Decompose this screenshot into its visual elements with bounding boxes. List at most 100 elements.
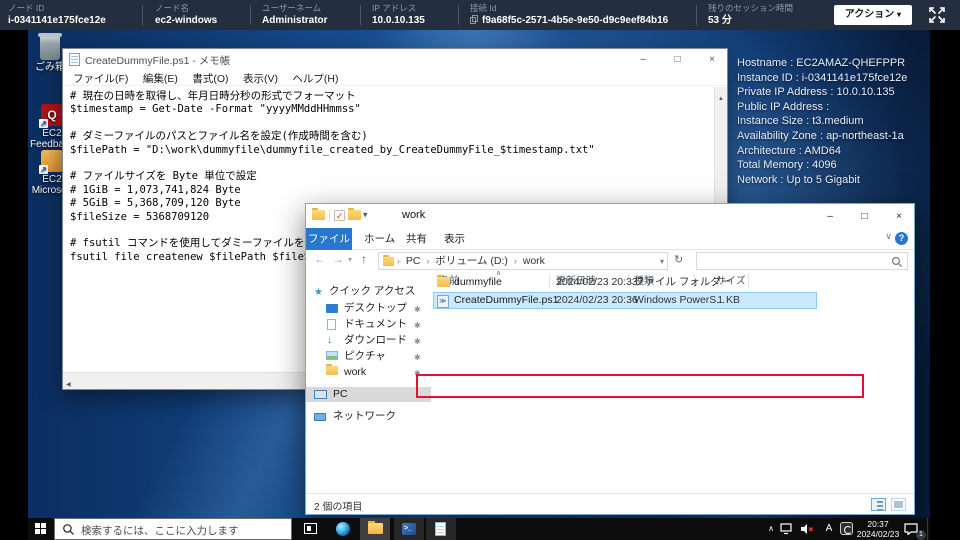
header-divider [360, 5, 361, 25]
ip-address-value: 10.0.10.135 [372, 14, 425, 27]
qat-caret-icon[interactable]: ▾ [363, 209, 368, 219]
desktop: ごみ箱 Q ↗ EC2 Feedback ↗ EC2 Microsoft Hos… [28, 30, 930, 518]
red-annotation-rectangle [416, 374, 864, 398]
actions-button[interactable]: アクション ▾ [834, 5, 912, 25]
ime-mode-indicator[interactable]: A [822, 518, 836, 540]
desktop-icon [326, 304, 338, 313]
ip-address-label: IP アドレス [372, 3, 425, 14]
star-icon: ★ [314, 285, 323, 300]
menu-format[interactable]: 書式(O) [187, 70, 233, 87]
node-name-field: ノード名 ec2-windows [155, 3, 217, 27]
sidebar-item-work[interactable]: work ✱ [306, 365, 431, 380]
copy-icon[interactable] [470, 15, 478, 24]
powershell-icon: >_ [402, 523, 416, 535]
sidebar-item-pc[interactable]: PC [306, 387, 431, 402]
powershell-button[interactable]: >_ [394, 518, 424, 540]
tray-chevron-icon[interactable]: ∧ [764, 518, 778, 540]
file-explorer-window: ✓ ▾ work – □ × ファイル ホーム 共有 表示 ∨ ? ← → [305, 203, 915, 515]
address-bar[interactable]: › PC › ボリューム (D:) › work ▾ [378, 252, 668, 270]
menu-help[interactable]: ヘルプ(H) [287, 70, 343, 87]
breadcrumb-separator: › [426, 256, 429, 266]
minimize-icon[interactable]: – [628, 50, 658, 70]
pictures-icon [326, 351, 338, 360]
explorer-search-input[interactable] [696, 252, 908, 270]
help-icon[interactable]: ? [895, 232, 908, 245]
start-button[interactable] [28, 518, 54, 540]
ribbon-tab-view[interactable]: 表示 [444, 228, 465, 250]
edge-button[interactable] [328, 518, 358, 540]
close-icon[interactable]: × [697, 50, 727, 70]
volume-muted-icon[interactable] [800, 518, 818, 540]
menu-file[interactable]: ファイル(F) [68, 70, 133, 87]
maximize-icon[interactable]: □ [850, 207, 880, 227]
breadcrumb-work[interactable]: work [520, 255, 548, 267]
notepad-button[interactable] [426, 518, 456, 540]
connection-id-label: 接続 Id [470, 3, 668, 14]
thumbnail-view-icon[interactable] [891, 498, 906, 511]
sidebar-item-network[interactable]: ネットワーク [306, 409, 431, 424]
refresh-icon[interactable]: ↻ [674, 253, 683, 266]
notepad-window-controls: – □ × [628, 49, 727, 70]
menu-edit[interactable]: 編集(E) [138, 70, 183, 87]
sidebar-item-pictures[interactable]: ピクチャ ✱ [306, 349, 431, 364]
sidebar-item-documents[interactable]: ドキュメント ✱ [306, 317, 431, 332]
quick-access-toolbar: ✓ ▾ [312, 209, 368, 221]
forward-icon[interactable]: → [332, 252, 344, 266]
sidebar-item-downloads[interactable]: ↓ ダウンロード ✱ [306, 333, 431, 348]
notepad-titlebar[interactable]: CreateDummyFile.ps1 - メモ帳 – □ × [63, 49, 727, 69]
notification-center-button[interactable]: 1 [904, 518, 924, 540]
node-id-value: i-0341141e175fce12e [8, 14, 106, 27]
properties-check-icon[interactable]: ✓ [334, 210, 345, 221]
sidebar-item-quick-access[interactable]: ★ クイック アクセス [306, 284, 431, 299]
maximize-icon[interactable]: □ [663, 50, 693, 70]
new-folder-icon[interactable] [348, 210, 361, 220]
network-tray-icon[interactable] [780, 518, 798, 540]
ribbon-expand-icon[interactable]: ∨ [885, 231, 892, 242]
history-caret-icon[interactable]: ▾ [348, 255, 352, 264]
item-count: 2 個の項目 [314, 498, 362, 513]
ribbon-tab-home[interactable]: ホーム [364, 228, 395, 250]
ribbon-tab-file[interactable]: ファイル [306, 228, 352, 250]
file-row-dummyfile[interactable]: dummyfile 2024/02/23 20:33 ファイル フォルダー [432, 274, 914, 291]
breadcrumb-volume-d[interactable]: ボリューム (D:) [432, 255, 511, 267]
file-explorer-button[interactable] [360, 518, 390, 540]
session-header: ノード ID i-0341141e175fce12e ノード名 ec2-wind… [0, 0, 960, 30]
pin-icon: ✱ [414, 334, 421, 349]
caret-down-icon: ▾ [897, 10, 901, 19]
scroll-left-icon[interactable]: ◀ [66, 382, 71, 388]
up-icon[interactable]: ↑ [361, 252, 367, 266]
connection-id-field: 接続 Id f9a68f5c-2571-4b5e-9e50-d9c9eef84b… [470, 3, 668, 27]
explorer-titlebar[interactable]: ✓ ▾ work – □ × [306, 204, 914, 228]
username-value: Administrator [262, 14, 328, 27]
breadcrumb-separator: › [397, 256, 400, 266]
ribbon-tab-share[interactable]: 共有 [406, 228, 427, 250]
fullscreen-icon[interactable] [928, 6, 946, 24]
ime-icon[interactable] [838, 518, 854, 540]
bginfo-system-info: Hostname : EC2AMAZ-QHEFPPR Instance ID :… [737, 56, 907, 187]
clock-time: 20:37 [854, 519, 902, 529]
show-desktop-button[interactable] [927, 518, 930, 540]
address-dropdown-icon[interactable]: ▾ [660, 254, 664, 270]
details-view-icon[interactable] [871, 498, 886, 511]
edge-icon [336, 522, 350, 536]
search-icon [62, 523, 75, 536]
breadcrumb-pc[interactable]: PC [403, 255, 424, 267]
notification-badge: 1 [916, 530, 926, 540]
notepad-title: CreateDummyFile.ps1 - メモ帳 [85, 53, 230, 68]
taskbar-search-input[interactable]: 検索するには、ここに入力します [54, 518, 292, 540]
taskbar-clock[interactable]: 20:37 2024/02/23 [854, 518, 902, 540]
minimize-icon[interactable]: – [815, 207, 845, 227]
pin-icon: ✱ [414, 302, 421, 317]
header-divider [250, 5, 251, 25]
file-row-createdummyfile[interactable]: CreateDummyFile.ps1 2024/02/23 20:36 Win… [432, 292, 914, 309]
task-view-button[interactable] [296, 518, 326, 540]
sidebar-item-desktop[interactable]: デスクトップ ✱ [306, 301, 431, 316]
back-icon[interactable]: ← [314, 252, 326, 266]
menu-view[interactable]: 表示(V) [238, 70, 283, 87]
document-icon [327, 319, 336, 330]
connection-id-value: f9a68f5c-2571-4b5e-9e50-d9c9eef84b16 [470, 14, 668, 27]
scroll-up-icon[interactable]: ▲ [718, 96, 724, 102]
close-icon[interactable]: × [884, 207, 914, 227]
shortcut-arrow-icon: ↗ [39, 119, 48, 128]
explorer-address-row: ← → ▾ ↑ › PC › ボリューム (D:) › work ▾ ↻ [306, 250, 914, 272]
